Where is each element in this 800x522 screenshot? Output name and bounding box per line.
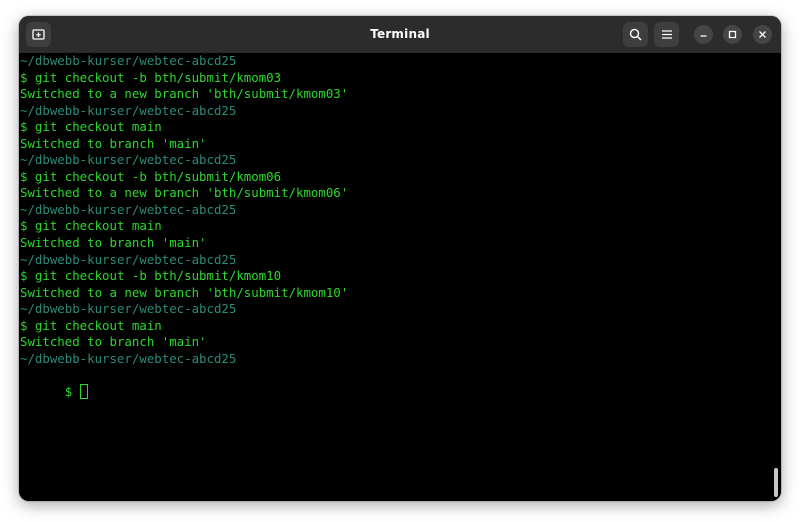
terminal-command-line: $ git checkout main [20, 317, 162, 333]
terminal-path-line: ~/dbwebb-kurser/webtec-abcd25 [20, 53, 237, 68]
maximize-icon [728, 30, 737, 39]
terminal-path-line: ~/dbwebb-kurser/webtec-abcd25 [20, 201, 237, 217]
new-tab-icon [32, 28, 45, 41]
search-icon [629, 28, 642, 41]
terminal-command-line: $ git checkout main [20, 119, 162, 135]
terminal-path-line: ~/dbwebb-kurser/webtec-abcd25 [20, 102, 237, 118]
search-button[interactable] [623, 22, 648, 47]
terminal-output-line: Switched to branch 'main' [20, 235, 207, 251]
minimize-icon [699, 30, 708, 39]
terminal-command-line: $ git checkout -b bth/submit/kmom06 [20, 168, 282, 184]
prompt-symbol: $ [64, 383, 80, 399]
terminal-command-line: $ git checkout main [20, 218, 162, 234]
close-button[interactable] [753, 25, 772, 44]
close-icon [758, 30, 767, 39]
terminal-window: Terminal ~/dbwebb-kurser/webtec-abcd25 $… [19, 16, 781, 501]
terminal-prompt-line[interactable]: $ [20, 367, 781, 399]
terminal-lines: ~/dbwebb-kurser/webtec-abcd25 $ git check… [19, 53, 781, 367]
terminal-output[interactable]: ~/dbwebb-kurser/webtec-abcd25 $ git check… [19, 53, 781, 501]
terminal-path-line: ~/dbwebb-kurser/webtec-abcd25 [20, 152, 237, 168]
terminal-output-line: Switched to a new branch 'bth/submit/kmo… [20, 185, 349, 201]
terminal-output-line: Switched to branch 'main' [20, 334, 207, 350]
terminal-path-line: ~/dbwebb-kurser/webtec-abcd25 [20, 301, 237, 317]
terminal-command-line: $ git checkout -b bth/submit/kmom03 [20, 69, 282, 85]
minimize-button[interactable] [694, 25, 713, 44]
terminal-command-line: $ git checkout -b bth/submit/kmom10 [20, 268, 282, 284]
new-tab-button[interactable] [26, 22, 51, 47]
terminal-output-line: Switched to a new branch 'bth/submit/kmo… [20, 86, 349, 102]
hamburger-menu-icon [661, 29, 673, 40]
text-cursor [79, 383, 88, 399]
terminal-path-line: ~/dbwebb-kurser/webtec-abcd25 [20, 251, 237, 267]
terminal-scrollbar[interactable] [774, 468, 778, 497]
terminal-path-line: ~/dbwebb-kurser/webtec-abcd25 [20, 350, 237, 366]
terminal-output-line: Switched to a new branch 'bth/submit/kmo… [20, 284, 349, 300]
menu-button[interactable] [654, 22, 679, 47]
titlebar: Terminal [19, 16, 781, 53]
maximize-button[interactable] [723, 25, 742, 44]
terminal-output-line: Switched to branch 'main' [20, 135, 207, 151]
